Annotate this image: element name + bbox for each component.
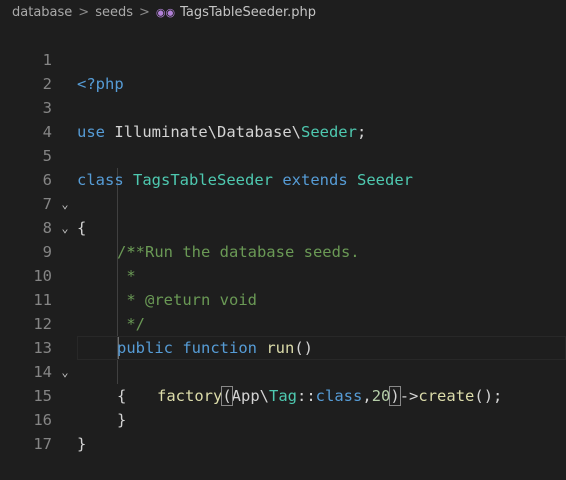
code-line-12[interactable]: 12 public function run()	[0, 288, 566, 357]
code-line-9[interactable]: 9 *	[0, 216, 566, 285]
code-line-2[interactable]: 2	[0, 48, 566, 93]
code-line-11[interactable]: 11 */	[0, 264, 566, 333]
code-line-7[interactable]: 7 ⌄ /**	[0, 168, 566, 261]
close-brace: }	[77, 435, 87, 453]
code-line-4[interactable]: 4	[0, 96, 566, 141]
code-editor[interactable]: 1 <?php 2 3 use Illuminate\Database\Seed…	[0, 24, 566, 453]
breadcrumb-item-seeds[interactable]: seeds	[95, 5, 133, 20]
code-line-6[interactable]: 6 ⌄ {	[0, 144, 566, 237]
breadcrumb-separator: >	[138, 4, 150, 20]
breadcrumb-item-database[interactable]: database	[12, 5, 72, 20]
code-line-13[interactable]: 13 ⌄ {	[0, 312, 566, 405]
code-line-1[interactable]: 1 <?php	[0, 24, 566, 93]
code-line-15[interactable]: 15 }	[0, 360, 566, 429]
php-elephant-icon: ◉◉	[155, 5, 176, 19]
code-line-3[interactable]: 3 use Illuminate\Database\Seeder;	[0, 72, 566, 141]
breadcrumb-separator: >	[78, 4, 90, 20]
code-line-17[interactable]: 17	[0, 408, 566, 453]
code-line-16[interactable]: 16 }	[0, 384, 566, 453]
code-line-10[interactable]: 10 * @return void	[0, 240, 566, 309]
code-line-5[interactable]: 5 class TagsTableSeeder extends Seeder	[0, 120, 566, 189]
breadcrumb: database > seeds > ◉◉ TagsTableSeeder.ph…	[0, 0, 566, 24]
code-line-14[interactable]: 14 factory(App\Tag::class,20)->create();	[0, 336, 566, 406]
breadcrumb-file-name[interactable]: TagsTableSeeder.php	[180, 5, 316, 20]
code-line-8[interactable]: 8 * Run the database seeds.	[0, 192, 566, 261]
